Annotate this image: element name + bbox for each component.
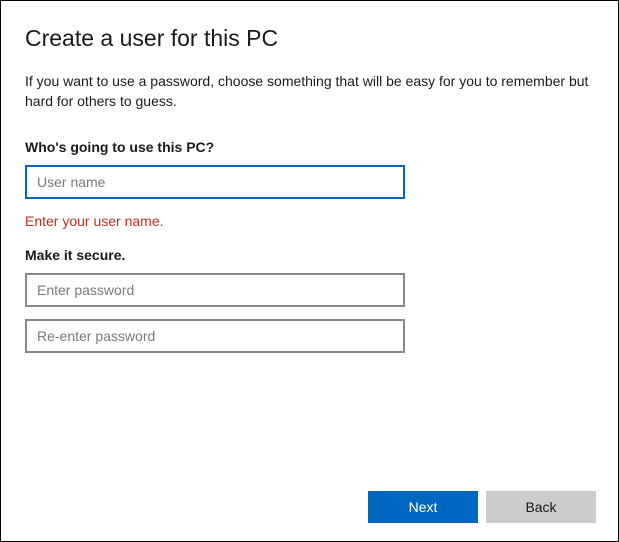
password-section-label: Make it secure. — [25, 247, 594, 263]
confirm-password-input[interactable] — [25, 319, 405, 353]
password-input[interactable] — [25, 273, 405, 307]
back-button[interactable]: Back — [486, 491, 596, 523]
username-input[interactable] — [25, 165, 405, 199]
username-section-label: Who's going to use this PC? — [25, 139, 594, 155]
page-description: If you want to use a password, choose so… — [25, 72, 594, 111]
username-error: Enter your user name. — [25, 213, 594, 229]
page-title: Create a user for this PC — [25, 25, 594, 52]
footer-buttons: Next Back — [368, 491, 596, 523]
next-button[interactable]: Next — [368, 491, 478, 523]
